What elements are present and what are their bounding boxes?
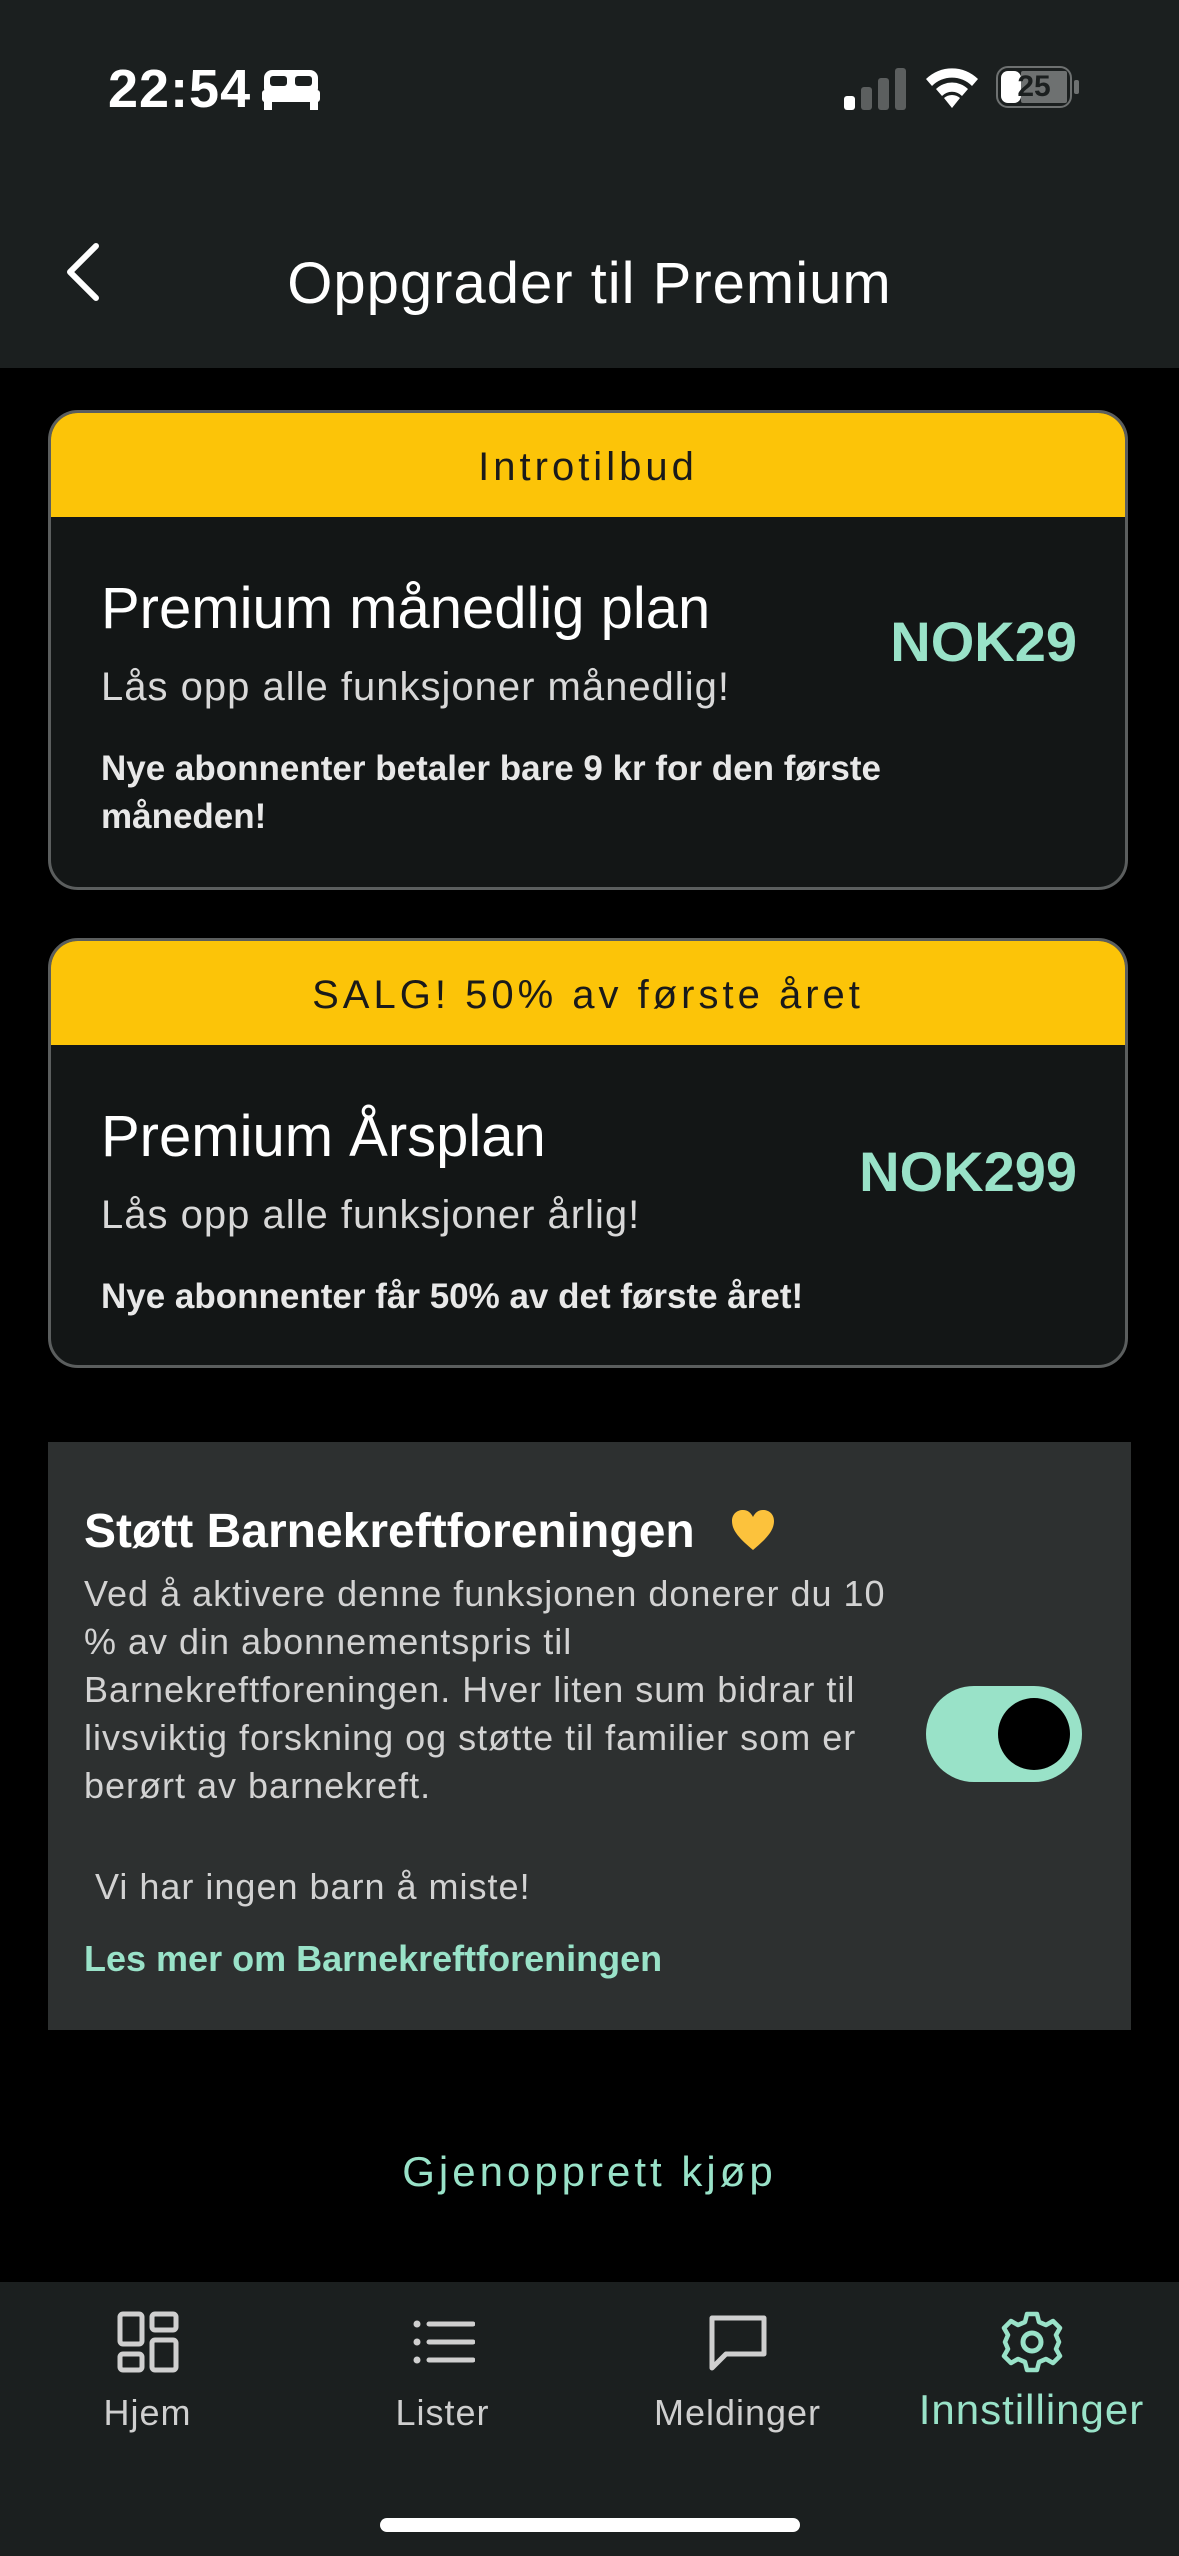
monthly-plan-card[interactable]: Introtilbud Premium månedlig plan Lås op… <box>48 410 1128 890</box>
yellow-heart-icon <box>732 1510 774 1550</box>
plan-note: Nye abonnenter betaler bare 9 kr for den… <box>101 749 881 836</box>
donate-title: Støtt Barnekreftforeningen <box>84 1505 695 1558</box>
wifi-icon <box>926 68 978 108</box>
donate-read-more-link[interactable]: Les mer om Barnekreftforeningen <box>84 1938 662 1980</box>
cellular-signal-icon <box>844 68 906 110</box>
bed-icon <box>262 70 320 110</box>
donate-toggle[interactable] <box>926 1686 1082 1782</box>
plan-badge: Introtilbud <box>51 413 1125 517</box>
list-icon <box>413 2320 475 2364</box>
home-indicator[interactable] <box>380 2518 800 2532</box>
gear-icon <box>1001 2311 1062 2373</box>
tab-settings[interactable]: Innstillinger <box>884 2310 1179 2434</box>
plan-subtitle: Lås opp alle funksjoner månedlig! <box>101 665 730 709</box>
donate-tagline: Vi har ingen barn å miste! <box>84 1866 531 1907</box>
restore-purchases-button[interactable]: Gjenopprett kjøp <box>0 2148 1179 2196</box>
plan-price: NOK299 <box>859 1140 1077 1203</box>
tab-label: Lister <box>395 2392 490 2433</box>
plan-price: NOK29 <box>890 610 1077 673</box>
battery-level: 25 <box>1017 70 1051 103</box>
tab-label: Meldinger <box>653 2392 822 2433</box>
tab-lists[interactable]: Lister <box>295 2310 590 2434</box>
plan-name: Premium månedlig plan <box>101 576 711 641</box>
toggle-knob <box>998 1698 1070 1770</box>
tab-messages[interactable]: Meldinger <box>590 2310 885 2434</box>
plan-badge: SALG! 50% av første året <box>51 941 1125 1045</box>
plan-subtitle: Lås opp alle funksjoner årlig! <box>101 1193 641 1237</box>
page-title: Oppgrader til Premium <box>287 251 892 316</box>
dashboard-icon <box>117 2311 178 2373</box>
donate-section: Støtt Barnekreftforeningen Ved å aktiver… <box>48 1442 1131 2030</box>
donate-description: Ved å aktivere denne funksjonen donerer … <box>84 1573 886 1806</box>
tab-bar: Hjem Lister Meldinger Innstillinger <box>0 2282 1179 2556</box>
plan-name: Premium Årsplan <box>101 1104 546 1169</box>
tab-home[interactable]: Hjem <box>0 2310 295 2434</box>
message-icon <box>709 2315 766 2371</box>
tab-label: Hjem <box>103 2392 192 2433</box>
yearly-plan-card[interactable]: SALG! 50% av første året Premium Årsplan… <box>48 938 1128 1368</box>
battery-indicator: 25 <box>996 66 1080 108</box>
tab-label: Innstillinger <box>918 2386 1145 2433</box>
plan-note: Nye abonnenter får 50% av det første åre… <box>101 1277 804 1316</box>
status-time: 22:54 <box>108 59 252 119</box>
